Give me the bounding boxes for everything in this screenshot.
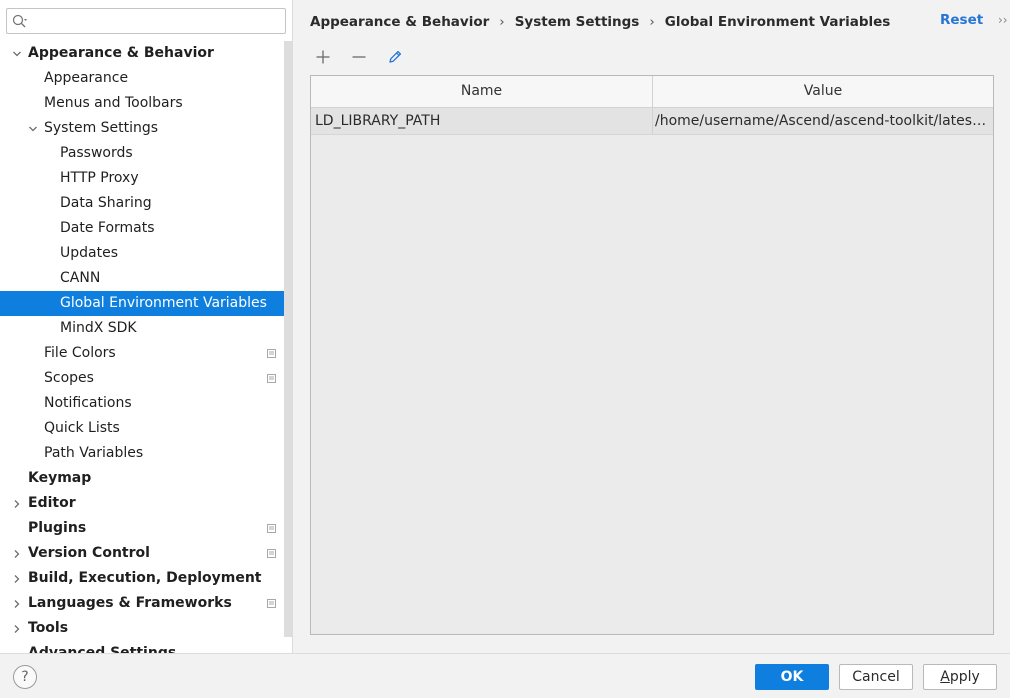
apply-button[interactable]: Apply <box>923 664 997 690</box>
settings-content: Appearance & Behavior › System Settings › Gl… <box>294 0 1010 653</box>
sidebar-item-label: Updates <box>60 245 118 261</box>
settings-tree: Appearance & Behavior Appearance Menus and… <box>0 41 292 653</box>
chevron-right-icon[interactable] <box>12 599 22 609</box>
sidebar-item-data-sharing[interactable]: Data Sharing <box>0 191 292 216</box>
project-level-icon <box>267 349 276 358</box>
chevron-right-icon[interactable] <box>12 624 22 634</box>
sidebar-item-date-formats[interactable]: Date Formats <box>0 216 292 241</box>
breadcrumb-separator: › <box>499 14 505 30</box>
sidebar-item-label: Plugins <box>28 520 87 536</box>
sidebar-item-label: Tools <box>28 620 69 636</box>
project-level-icon <box>267 524 276 533</box>
breadcrumb-separator: › <box>649 14 655 30</box>
add-button[interactable] <box>312 46 334 68</box>
sidebar-item-label: Date Formats <box>60 220 155 236</box>
remove-button[interactable] <box>348 46 370 68</box>
chevron-down-icon[interactable] <box>12 49 22 59</box>
sidebar-item-label: Global Environment Variables <box>60 295 267 311</box>
sidebar-item-label: File Colors <box>44 345 116 361</box>
cell-divider <box>652 108 653 135</box>
sidebar-item-version-control[interactable]: Version Control <box>0 541 292 566</box>
sidebar-item-label: Editor <box>28 495 76 511</box>
sidebar-item-advanced-settings[interactable]: Advanced Settings <box>0 641 292 653</box>
sidebar-item-updates[interactable]: Updates <box>0 241 292 266</box>
table-row[interactable]: LD_LIBRARY_PATH /home/username/Ascend/as… <box>311 108 993 135</box>
sidebar-item-global-environment-variables[interactable]: Global Environment Variables <box>0 291 292 316</box>
sidebar-item-label: Version Control <box>28 545 150 561</box>
reset-link[interactable]: Reset <box>940 12 983 28</box>
sidebar-item-keymap[interactable]: Keymap <box>0 466 292 491</box>
search-input[interactable] <box>33 11 281 31</box>
variable-value-cell[interactable]: /home/username/Ascend/ascend-toolkit/lat… <box>655 108 991 135</box>
ok-button[interactable]: OK <box>755 664 829 690</box>
dialog-footer: ? OK Cancel Apply <box>0 653 1010 698</box>
search-icon <box>12 14 27 28</box>
sidebar-item-label: HTTP Proxy <box>60 170 139 186</box>
sidebar-item-label: Languages & Frameworks <box>28 595 232 611</box>
sidebar-item-label: Keymap <box>28 470 92 486</box>
table-header: Name Value <box>311 76 993 108</box>
sidebar-item-label: Advanced Settings <box>28 645 177 653</box>
sidebar-item-file-colors[interactable]: File Colors <box>0 341 292 366</box>
sidebar-item-menus-and-toolbars[interactable]: Menus and Toolbars <box>0 91 292 116</box>
project-level-icon <box>267 549 276 558</box>
project-level-icon <box>267 599 276 608</box>
edit-button[interactable] <box>384 46 406 68</box>
sidebar-item-mindx-sdk[interactable]: MindX SDK <box>0 316 292 341</box>
apply-label: pply <box>949 669 980 685</box>
breadcrumb-item: Appearance & Behavior <box>310 14 490 30</box>
sidebar-item-appearance-behavior[interactable]: Appearance & Behavior <box>0 41 292 66</box>
sidebar-item-label: Quick Lists <box>44 420 120 436</box>
sidebar-item-label: Path Variables <box>44 445 144 461</box>
sidebar-item-system-settings[interactable]: System Settings <box>0 116 292 141</box>
sidebar-item-label: MindX SDK <box>60 320 137 336</box>
sidebar-item-passwords[interactable]: Passwords <box>0 141 292 166</box>
sidebar-item-label: Appearance & Behavior <box>28 45 214 61</box>
apply-mnemonic: A <box>940 669 950 685</box>
sidebar-item-editor[interactable]: Editor <box>0 491 292 516</box>
chevron-right-icon[interactable] <box>12 574 22 584</box>
sidebar-scrollbar[interactable] <box>284 41 292 637</box>
sidebar-item-label: Appearance <box>44 70 129 86</box>
breadcrumb-item: Global Environment Variables <box>664 14 891 30</box>
sidebar-item-http-proxy[interactable]: HTTP Proxy <box>0 166 292 191</box>
sidebar-item-quick-lists[interactable]: Quick Lists <box>0 416 292 441</box>
plus-icon <box>316 50 330 64</box>
minus-icon <box>352 56 366 58</box>
column-header-name[interactable]: Name <box>311 76 653 107</box>
sidebar-item-label: Scopes <box>44 370 94 386</box>
help-button[interactable]: ? <box>13 665 37 689</box>
search-field[interactable] <box>6 8 286 34</box>
settings-sidebar: Appearance & Behavior Appearance Menus and… <box>0 0 293 653</box>
sidebar-item-tools[interactable]: Tools <box>0 616 292 641</box>
sidebar-item-label: Build, Execution, Deployment <box>28 570 262 586</box>
sidebar-item-build-execution-deployment[interactable]: Build, Execution, Deployment <box>0 566 292 591</box>
sidebar-item-label: Data Sharing <box>60 195 152 211</box>
sidebar-item-scopes[interactable]: Scopes <box>0 366 292 391</box>
sidebar-item-cann[interactable]: CANN <box>0 266 292 291</box>
column-header-value[interactable]: Value <box>653 76 993 107</box>
chevron-right-icon[interactable] <box>12 499 22 509</box>
sidebar-item-notifications[interactable]: Notifications <box>0 391 292 416</box>
sidebar-item-label: Notifications <box>44 395 132 411</box>
breadcrumb: Appearance & Behavior › System Settings › Gl… <box>310 14 890 32</box>
chevron-right-icon[interactable] <box>12 549 22 559</box>
sidebar-item-label: Passwords <box>60 145 133 161</box>
chevron-down-icon[interactable] <box>28 124 38 134</box>
sidebar-item-path-variables[interactable]: Path Variables <box>0 441 292 466</box>
sidebar-item-label: CANN <box>60 270 101 286</box>
breadcrumb-item: System Settings <box>514 14 640 30</box>
sidebar-item-label: System Settings <box>44 120 159 136</box>
variable-name-cell[interactable]: LD_LIBRARY_PATH <box>315 108 649 135</box>
sidebar-item-plugins[interactable]: Plugins <box>0 516 292 541</box>
more-chevrons-icon[interactable]: ›› <box>998 13 1008 27</box>
sidebar-item-label: Menus and Toolbars <box>44 95 183 111</box>
cancel-button[interactable]: Cancel <box>839 664 913 690</box>
project-level-icon <box>267 374 276 383</box>
environment-variables-table: Name Value LD_LIBRARY_PATH /home/usernam… <box>310 75 994 635</box>
pencil-icon <box>389 50 402 63</box>
sidebar-item-appearance[interactable]: Appearance <box>0 66 292 91</box>
sidebar-item-languages-frameworks[interactable]: Languages & Frameworks <box>0 591 292 616</box>
